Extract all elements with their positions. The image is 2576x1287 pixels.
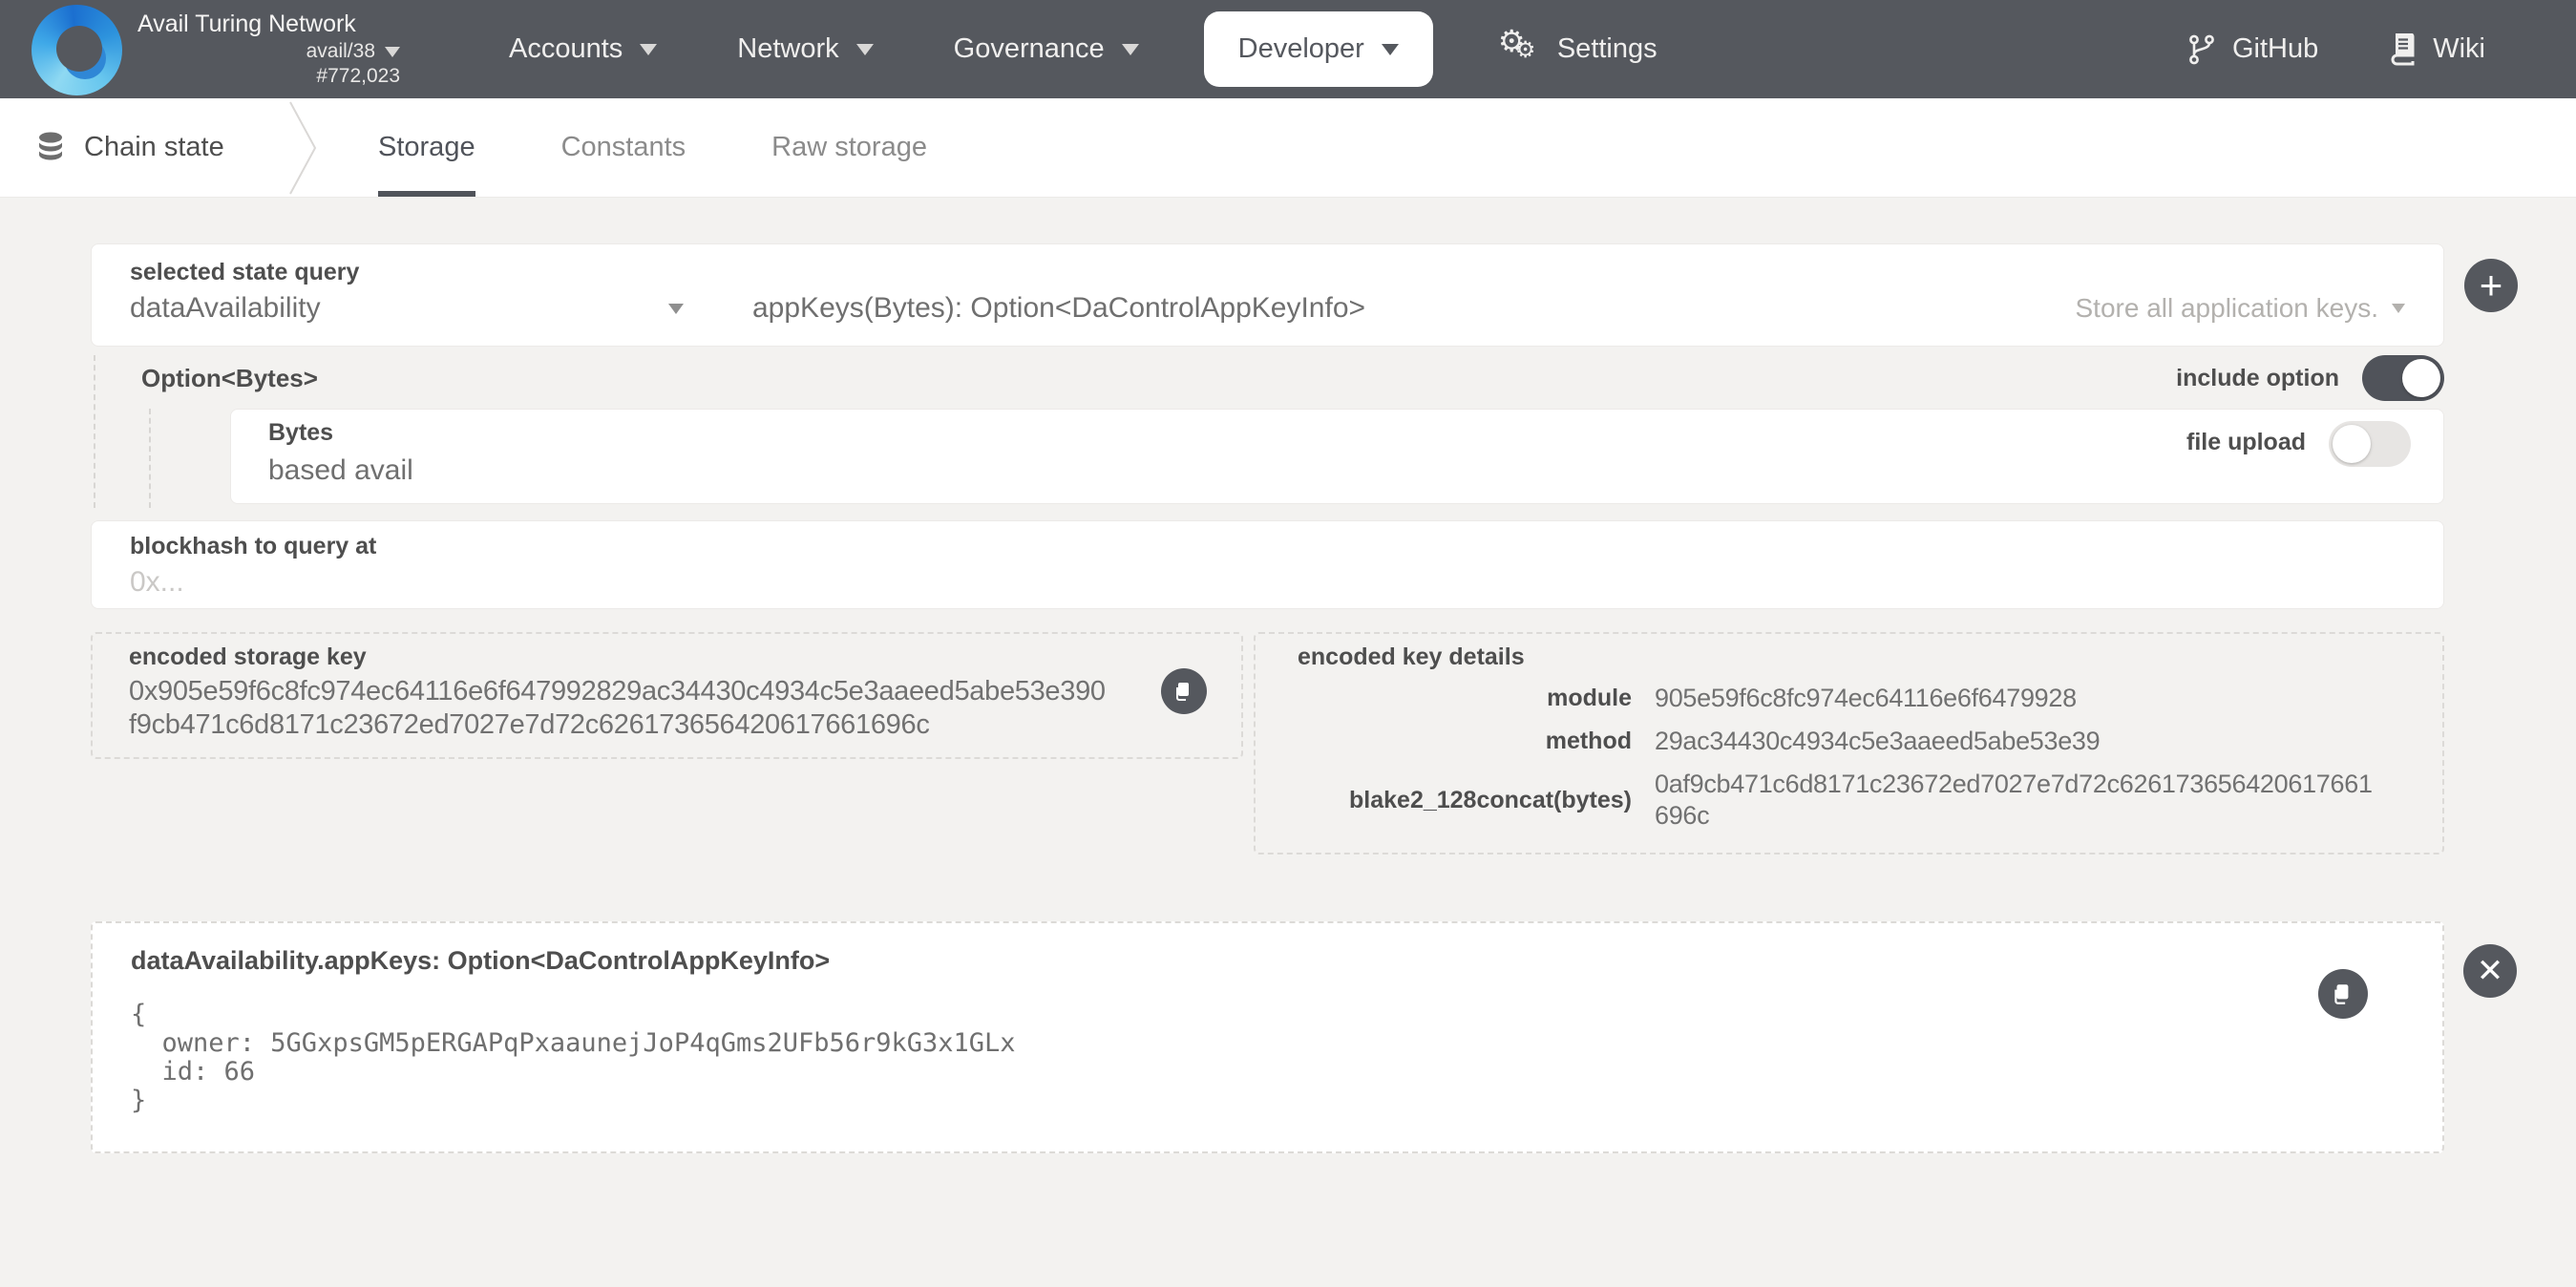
avail-logo-icon[interactable] [32,5,122,95]
toggle-knob [2402,359,2440,397]
detail-row-label: blake2_128concat(bytes) [1298,787,1632,814]
bytes-input[interactable] [268,454,1128,487]
query-panel: selected state query dataAvailability ap… [91,243,2444,347]
chevron-down-icon [668,304,684,314]
indent-guide [94,355,95,508]
close-result-button[interactable]: ✕ [2463,944,2517,998]
detail-row-value: 29ac34430c4934c5e3aaeed5abe53e39 [1655,726,2380,757]
encoded-key-details-label: encoded key details [1298,644,1525,670]
detail-row-value: 905e59f6c8fc974ec64116e6f6479928 [1655,683,2380,714]
chevron-down-icon [640,44,657,55]
main-menu: Accounts Network Governance Developer ⚙⚙… [469,0,1698,98]
method-dropdown[interactable]: appKeys(Bytes): Option<DaControlAppKeyIn… [752,292,1365,325]
encoded-key-details-box: encoded key details module 905e59f6c8fc9… [1254,632,2444,854]
menu-governance[interactable]: Governance [940,0,1152,98]
param-type-label: Option<Bytes> [141,364,318,393]
chevron-down-icon [1382,44,1399,55]
chevron-down-icon [856,44,874,55]
bytes-label: Bytes [268,419,1128,447]
network-selector[interactable]: Avail Turing Network avail/38 #772,023 [137,10,400,90]
page-header: Chain state Storage Constants Raw storag… [0,98,2576,198]
tab-raw-storage[interactable]: Raw storage [771,98,927,197]
tab-storage[interactable]: Storage [378,98,475,197]
chevron-down-icon [1122,44,1139,55]
result-output: { owner: 5GGxpsGM5pERGAPqPxaaunejJoP4qGm… [131,1001,2404,1115]
blockhash-input[interactable] [130,566,1467,599]
database-icon [36,132,65,164]
github-link[interactable]: GitHub [2186,33,2318,66]
menu-network[interactable]: Network [724,0,886,98]
file-upload-toggle[interactable] [2329,421,2411,467]
top-navbar: Avail Turing Network avail/38 #772,023 A… [0,0,2576,98]
chevron-down-icon [2392,304,2405,313]
encoded-storage-key-value: 0x905e59f6c8fc974ec64116e6f647992829ac34… [129,675,1205,742]
chevron-down-icon [385,47,400,57]
query-label: selected state query [130,259,2405,286]
include-option-label: include option [2176,365,2339,392]
add-query-button[interactable]: + [2464,259,2518,312]
encoded-storage-key-box: encoded storage key 0x905e59f6c8fc974ec6… [91,632,1243,759]
network-name: Avail Turing Network [137,10,356,39]
include-option-toggle[interactable] [2362,355,2444,401]
method-description-dropdown[interactable]: Store all application keys. [2075,293,2405,324]
module-dropdown[interactable]: dataAvailability [130,292,684,325]
plus-icon: + [2480,265,2503,306]
detail-row-label: method [1298,728,1632,755]
copy-icon [2331,981,2355,1006]
breadcrumb-chevron-icon [286,98,319,198]
book-icon [2389,33,2418,66]
menu-accounts[interactable]: Accounts [496,0,670,98]
indent-guide [149,409,151,508]
block-number: #772,023 [316,64,400,89]
close-icon: ✕ [2477,952,2504,990]
detail-row-value: 0af9cb471c6d8171c23672ed7027e7d72c626173… [1655,769,2380,832]
tab-bar: Storage Constants Raw storage [378,98,1013,197]
encoded-storage-key-label: encoded storage key [129,644,367,670]
chain-spec: avail/38 [306,39,375,64]
tab-constants[interactable]: Constants [561,98,686,197]
detail-row-label: module [1298,685,1632,712]
wiki-link[interactable]: Wiki [2389,33,2485,66]
copy-key-button[interactable] [1161,668,1207,714]
option-param-row: Option<Bytes> include option [141,355,2444,401]
page-title: Chain state [84,132,224,163]
blockhash-box: blockhash to query at [91,520,2444,609]
gear-icon: ⚙⚙ [1498,29,1540,71]
code-branch-icon [2186,33,2217,66]
file-upload-label: file upload [2186,429,2306,456]
result-header: dataAvailability.appKeys: Option<DaContr… [131,946,2404,976]
menu-settings[interactable]: ⚙⚙ Settings [1485,0,1671,98]
blockhash-label: blockhash to query at [130,533,2405,560]
toggle-knob [2333,425,2371,463]
query-result-box: dataAvailability.appKeys: Option<DaContr… [91,921,2444,1153]
menu-developer[interactable]: Developer [1204,11,1433,87]
bytes-param-box: Bytes file upload [230,409,2444,504]
copy-result-button[interactable] [2318,969,2368,1019]
copy-icon [1172,680,1195,703]
